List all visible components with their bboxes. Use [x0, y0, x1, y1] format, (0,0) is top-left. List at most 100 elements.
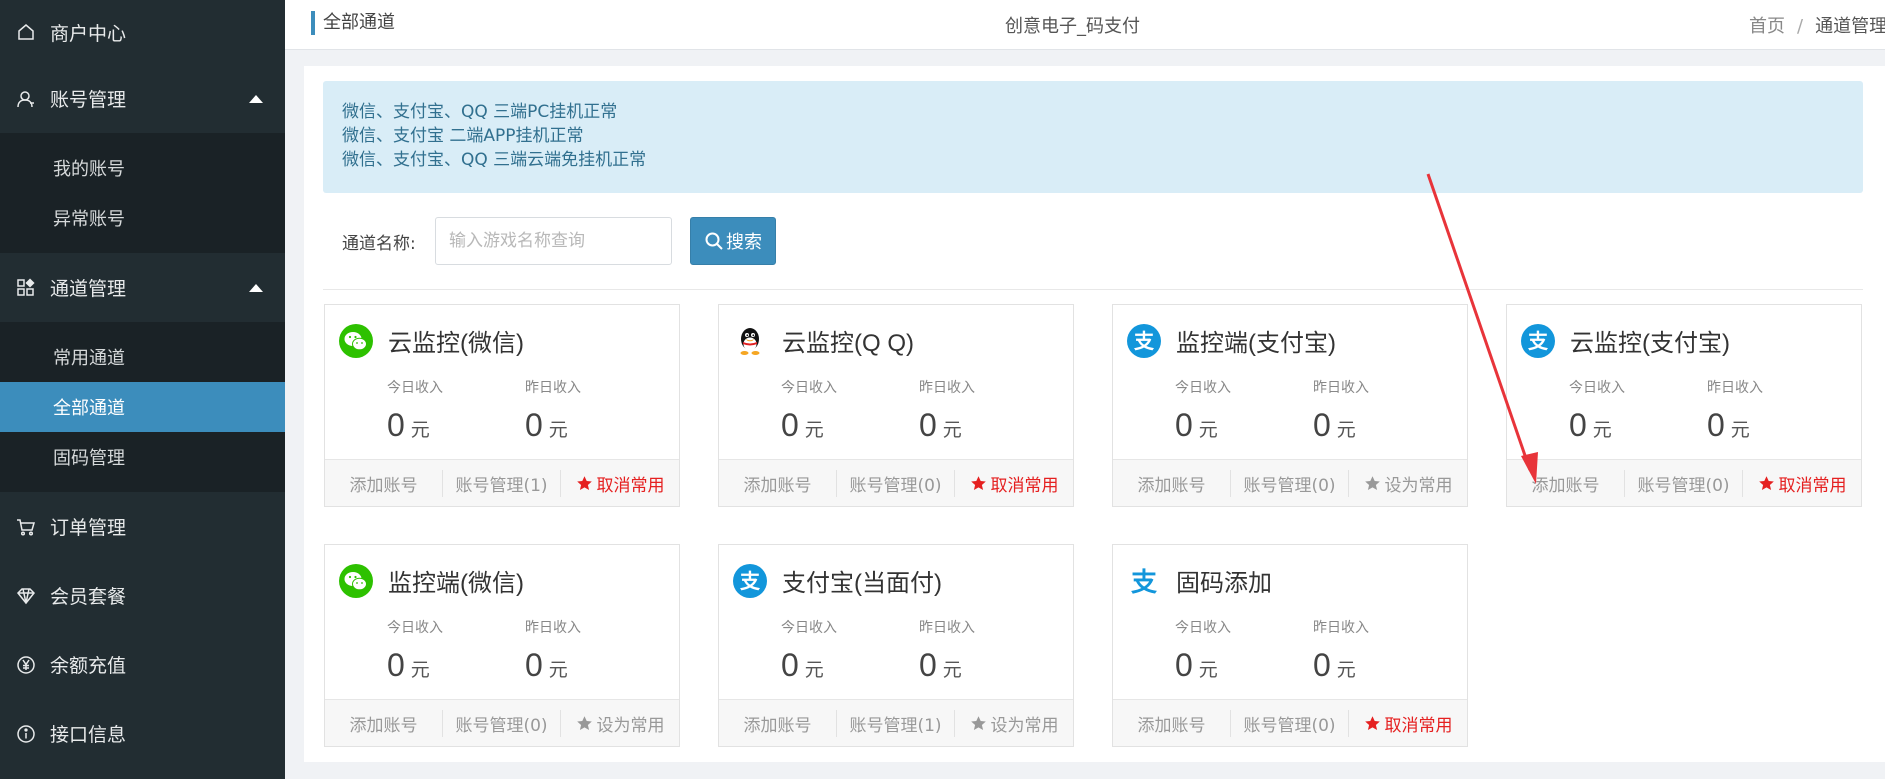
add-account-button[interactable]: 添加账号 — [1113, 709, 1231, 737]
notice-line: 微信、支付宝 二端APP挂机正常 — [342, 126, 584, 146]
currency-unit: 元 — [410, 660, 430, 681]
nav-label: 订单管理 — [50, 517, 127, 539]
nav-merchant-center[interactable]: 商户中心 — [0, 0, 285, 64]
yesterday-income-amount: 0 — [1707, 407, 1725, 443]
yesterday-income-label: 昨日收入 — [525, 380, 581, 396]
apps-icon — [16, 277, 36, 298]
nav-label: 会员套餐 — [50, 586, 127, 608]
star-icon — [970, 715, 986, 730]
manage-accounts-button[interactable]: 账号管理(1) — [837, 709, 955, 737]
currency-unit: 元 — [410, 420, 430, 441]
card-title: 云监控(支付宝) — [1570, 330, 1730, 357]
diamond-icon — [16, 586, 36, 606]
star-icon — [576, 475, 592, 490]
manage-accounts-button[interactable]: 账号管理(1) — [443, 469, 561, 497]
yesterday-income-amount: 0 — [525, 407, 543, 443]
yesterday-income: 昨日收入 0元 — [919, 617, 975, 684]
svg-text:支: 支 — [1134, 329, 1155, 353]
nav-label: 账号管理 — [50, 89, 127, 111]
nav-account-mgmt[interactable]: 账号管理 — [0, 64, 285, 133]
today-income-amount: 0 — [387, 407, 405, 443]
nav-balance-recharge[interactable]: 余额充值 — [0, 630, 285, 699]
search-input[interactable] — [435, 217, 672, 265]
favorite-label: 取消常用 — [596, 475, 665, 496]
today-income-label: 今日收入 — [1175, 620, 1231, 636]
card-title: 监控端(微信) — [388, 570, 524, 597]
toggle-favorite-button[interactable]: 取消常用 — [955, 470, 1073, 497]
manage-accounts-button[interactable]: 账号管理(0) — [1625, 469, 1743, 497]
card-title: 固码添加 — [1176, 570, 1272, 597]
card-header: 支 支付宝(当面付) — [733, 563, 942, 598]
nav-common-channel[interactable]: 常用通道 — [0, 332, 285, 382]
card-header: 支 监控端(支付宝) — [1127, 323, 1336, 358]
caret-up-icon — [249, 94, 263, 103]
nav-abnormal-account[interactable]: 异常账号 — [0, 193, 285, 243]
favorite-label: 取消常用 — [990, 475, 1059, 496]
card-header: 云监控(Q Q) — [733, 323, 914, 358]
toggle-favorite-button[interactable]: 取消常用 — [1349, 710, 1467, 737]
toggle-favorite-button[interactable]: 取消常用 — [561, 470, 679, 497]
search-button-label: 搜索 — [726, 232, 762, 253]
toggle-favorite-button[interactable]: 设为常用 — [955, 710, 1073, 737]
today-income-label: 今日收入 — [781, 620, 837, 636]
card-header: 支 固码添加 — [1127, 563, 1272, 598]
breadcrumb-separator: / — [1797, 16, 1804, 37]
yesterday-income-label: 昨日收入 — [919, 620, 975, 636]
alipay-char-icon: 支 — [1127, 564, 1161, 598]
nav-order-mgmt[interactable]: 订单管理 — [0, 492, 285, 561]
card-title: 云监控(微信) — [388, 330, 524, 357]
add-account-button[interactable]: 添加账号 — [719, 709, 837, 737]
yesterday-income: 昨日收入 0元 — [919, 377, 975, 444]
manage-accounts-button[interactable]: 账号管理(0) — [443, 709, 561, 737]
yesterday-income-amount: 0 — [919, 407, 937, 443]
nav-label: 余额充值 — [50, 655, 127, 677]
manage-accounts-button[interactable]: 账号管理(0) — [1231, 469, 1349, 497]
add-account-button[interactable]: 添加账号 — [1113, 469, 1231, 497]
card-header: 支 云监控(支付宝) — [1521, 323, 1730, 358]
nav-label: 通道管理 — [50, 278, 127, 300]
channel-card: 云监控(Q Q) 今日收入 0元 昨日收入 0元 添加账号 账号管理(0) 取消… — [718, 304, 1074, 507]
nav-my-account[interactable]: 我的账号 — [0, 143, 285, 193]
today-income: 今日收入 0元 — [781, 617, 837, 684]
nav-label: 接口信息 — [50, 724, 127, 746]
today-income-amount: 0 — [1175, 407, 1193, 443]
today-income: 今日收入 0元 — [781, 377, 837, 444]
yesterday-income: 昨日收入 0元 — [525, 377, 581, 444]
nav-fixed-code-mgmt[interactable]: 固码管理 — [0, 432, 285, 482]
today-income-label: 今日收入 — [781, 380, 837, 396]
card-footer: 添加账号 账号管理(0) 取消常用 — [1113, 699, 1467, 746]
add-account-button[interactable]: 添加账号 — [325, 469, 443, 497]
yesterday-income-label: 昨日收入 — [525, 620, 581, 636]
channel-card: 监控端(微信) 今日收入 0元 昨日收入 0元 添加账号 账号管理(0) 设为常… — [324, 544, 680, 747]
star-icon — [970, 475, 986, 490]
add-account-button[interactable]: 添加账号 — [719, 469, 837, 497]
nav-channel-mgmt[interactable]: 通道管理 — [0, 253, 285, 322]
yesterday-income: 昨日收入 0元 — [525, 617, 581, 684]
today-income-value: 0元 — [1175, 407, 1231, 444]
main-panel: 微信、支付宝、QQ 三端PC挂机正常 微信、支付宝 二端APP挂机正常 微信、支… — [304, 66, 1885, 762]
breadcrumb-home[interactable]: 首页 — [1749, 16, 1785, 37]
today-income: 今日收入 0元 — [387, 617, 443, 684]
manage-accounts-button[interactable]: 账号管理(0) — [837, 469, 955, 497]
card-footer: 添加账号 账号管理(0) 设为常用 — [325, 699, 679, 746]
yesterday-income-value: 0元 — [525, 407, 581, 444]
today-income-value: 0元 — [1175, 647, 1231, 684]
yesterday-income-value: 0元 — [525, 647, 581, 684]
toggle-favorite-button[interactable]: 设为常用 — [561, 710, 679, 737]
nav-all-channel[interactable]: 全部通道 — [0, 382, 285, 432]
yesterday-income-amount: 0 — [919, 647, 937, 683]
toggle-favorite-button[interactable]: 设为常用 — [1349, 470, 1467, 497]
currency-unit: 元 — [1198, 660, 1218, 681]
breadcrumb-current: 通道管理 — [1815, 16, 1885, 37]
nav-member-package[interactable]: 会员套餐 — [0, 561, 285, 630]
channel-card: 支 支付宝(当面付) 今日收入 0元 昨日收入 0元 添加账号 账号管理(1) … — [718, 544, 1074, 747]
search-button[interactable]: 搜索 — [690, 217, 776, 265]
add-account-button[interactable]: 添加账号 — [325, 709, 443, 737]
manage-accounts-button[interactable]: 账号管理(0) — [1231, 709, 1349, 737]
toggle-favorite-button[interactable]: 取消常用 — [1743, 470, 1861, 497]
today-income-label: 今日收入 — [387, 380, 443, 396]
yesterday-income-value: 0元 — [1707, 407, 1763, 444]
card-title: 云监控(Q Q) — [782, 330, 914, 357]
nav-api-info[interactable]: 接口信息 — [0, 699, 285, 768]
add-account-button[interactable]: 添加账号 — [1507, 469, 1625, 497]
